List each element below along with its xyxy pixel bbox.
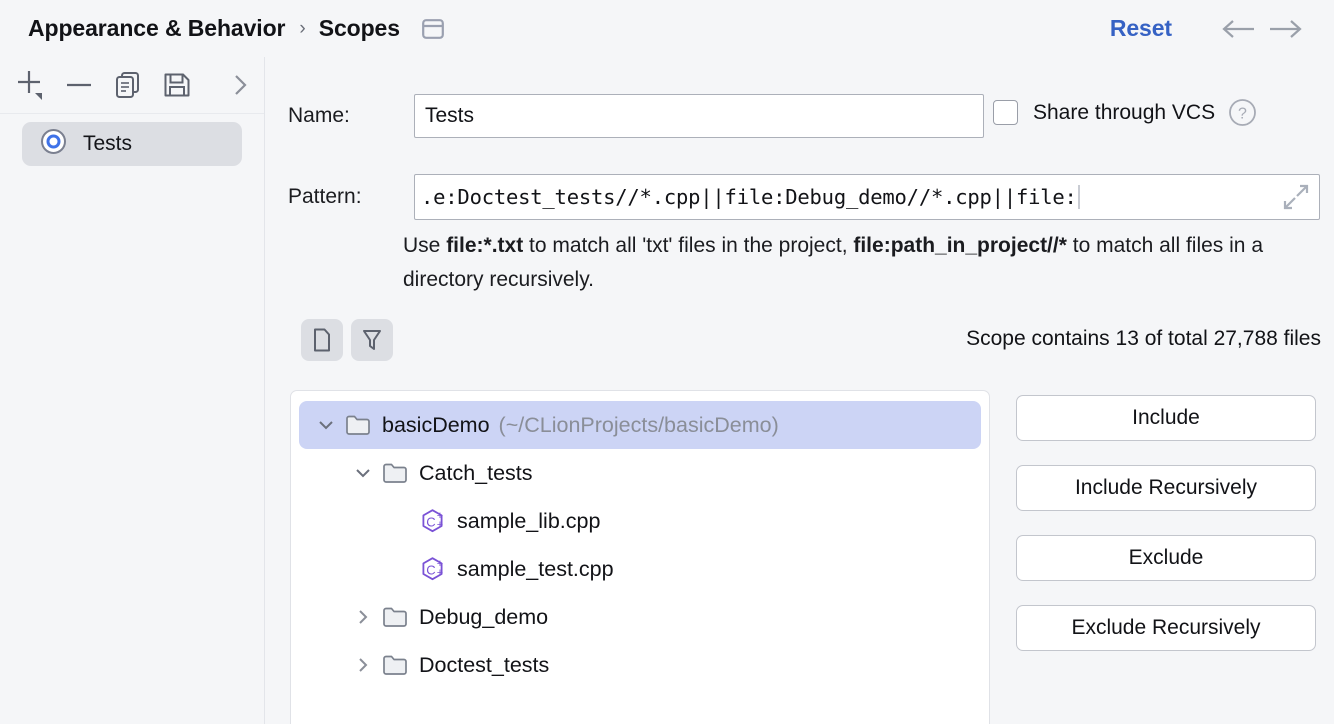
scope-count-text: Scope contains 13 of total 27,788 files [966, 327, 1321, 351]
add-scope-button[interactable] [6, 63, 55, 107]
folder-icon [382, 653, 408, 677]
sidebar-item-label: Tests [83, 132, 132, 156]
table-row[interactable]: C + + sample_test.cpp [299, 545, 981, 593]
svg-text:C: C [426, 514, 435, 529]
table-row[interactable]: Debug_demo [299, 593, 981, 641]
copy-scope-button[interactable] [104, 63, 153, 107]
node-label: Doctest_tests [419, 653, 549, 678]
scope-name-input[interactable] [414, 94, 984, 138]
breadcrumb-current: Scopes [319, 15, 400, 42]
pattern-label: Pattern: [288, 185, 400, 209]
pattern-value: .e:Doctest_tests//*.cpp||file:Debug_demo… [415, 185, 1077, 209]
save-scope-button[interactable] [152, 63, 201, 107]
reset-button[interactable]: Reset [1110, 15, 1172, 42]
folder-icon [382, 461, 408, 485]
cpp-file-icon: C + + [419, 508, 446, 535]
svg-text:+: + [437, 567, 443, 579]
node-label: Catch_tests [419, 461, 533, 486]
window-icon[interactable] [422, 19, 444, 39]
scope-pattern-field[interactable]: .e:Doctest_tests//*.cpp||file:Debug_demo… [414, 174, 1320, 220]
expand-diagonal-icon[interactable] [1281, 182, 1311, 212]
breadcrumb-parent[interactable]: Appearance & Behavior [28, 15, 285, 42]
folder-icon [382, 605, 408, 629]
scopes-list: Tests [0, 114, 264, 166]
node-path: (~/CLionProjects/basicDemo) [499, 413, 779, 438]
pattern-hint: Use file:*.txt to match all 'txt' files … [403, 229, 1328, 297]
table-row[interactable]: Doctest_tests [299, 641, 981, 689]
page-header: Appearance & Behavior › Scopes Reset [0, 0, 1334, 57]
table-row[interactable]: basicDemo (~/CLionProjects/basicDemo) [299, 401, 981, 449]
arrow-left-icon[interactable] [1216, 18, 1262, 40]
node-label: sample_test.cpp [457, 557, 614, 582]
scope-target-icon [40, 128, 67, 160]
include-recursively-button[interactable]: Include Recursively [1016, 465, 1316, 511]
cpp-file-icon: C + + [419, 556, 446, 583]
node-label: sample_lib.cpp [457, 509, 600, 534]
table-row[interactable]: Catch_tests [299, 449, 981, 497]
remove-scope-button[interactable] [55, 63, 104, 107]
svg-text:+: + [437, 519, 443, 531]
chevron-down-icon[interactable] [344, 463, 382, 483]
node-label: basicDemo [382, 413, 490, 438]
share-vcs-checkbox[interactable] [993, 100, 1018, 125]
exclude-recursively-button[interactable]: Exclude Recursively [1016, 605, 1316, 651]
filter-button[interactable] [351, 319, 393, 361]
table-row[interactable]: C + + sample_lib.cpp [299, 497, 981, 545]
show-files-button[interactable] [301, 319, 343, 361]
svg-text:C: C [426, 562, 435, 577]
scope-action-buttons: Include Include Recursively Exclude Excl… [1016, 395, 1316, 675]
hint-bold-1: file:*.txt [446, 234, 523, 257]
pattern-row: Pattern: .e:Doctest_tests//*.cpp||file:D… [288, 174, 1328, 220]
expand-toolbar-button[interactable] [215, 63, 264, 107]
breadcrumb-separator: › [299, 18, 305, 40]
scopes-sidebar: Tests [0, 57, 265, 724]
nav-arrows [1216, 18, 1308, 40]
hint-bold-2: file:path_in_project//* [853, 234, 1067, 257]
sidebar-item-tests[interactable]: Tests [22, 122, 242, 166]
scope-editor: Name: Share through VCS ? Pattern: .e:Do… [266, 57, 1334, 724]
share-vcs-label: Share through VCS [1033, 101, 1215, 125]
exclude-button[interactable]: Exclude [1016, 535, 1316, 581]
chevron-right-icon[interactable] [344, 655, 382, 675]
scope-file-tree[interactable]: basicDemo (~/CLionProjects/basicDemo) Ca… [290, 390, 990, 724]
scopes-toolbar [0, 57, 264, 114]
question-circle-icon[interactable]: ? [1228, 98, 1257, 127]
share-vcs-row: Share through VCS ? [993, 98, 1257, 127]
chevron-down-icon[interactable] [307, 415, 345, 435]
arrow-right-icon[interactable] [1262, 18, 1308, 40]
name-label: Name: [288, 104, 400, 128]
include-button[interactable]: Include [1016, 395, 1316, 441]
folder-icon [345, 413, 371, 437]
svg-text:?: ? [1238, 106, 1247, 123]
chevron-right-icon[interactable] [344, 607, 382, 627]
text-caret [1078, 185, 1080, 209]
tree-toolbar [301, 319, 393, 361]
settings-scopes-page: Appearance & Behavior › Scopes Reset [0, 0, 1334, 724]
hint-prefix: Use [403, 234, 446, 257]
hint-mid: to match all 'txt' files in the project, [523, 234, 853, 257]
node-label: Debug_demo [419, 605, 548, 630]
